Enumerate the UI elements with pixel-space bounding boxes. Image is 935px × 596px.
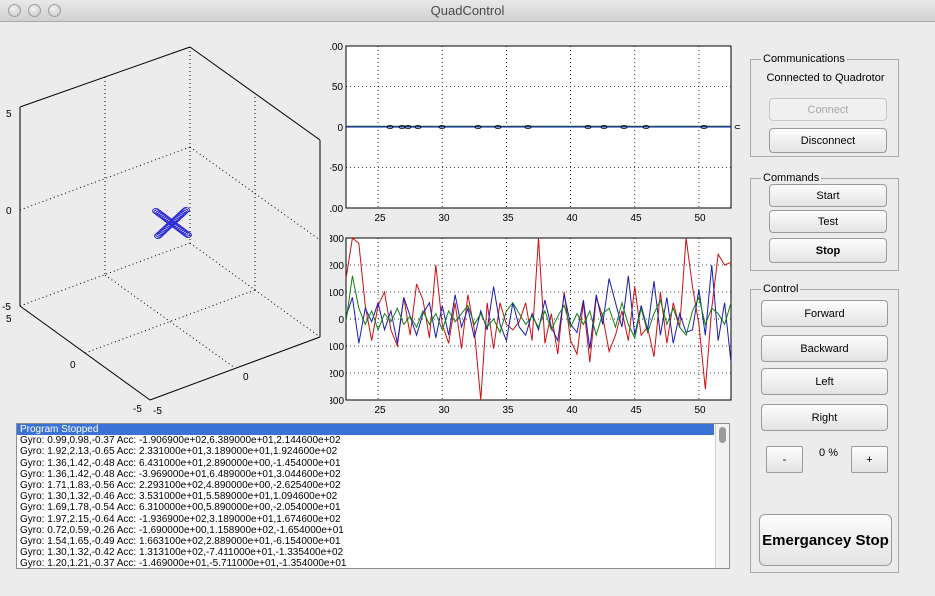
console-line-selected[interactable]: Program Stopped	[17, 424, 714, 436]
console-line[interactable]: Gyro: 1.54,1.65,-0.49 Acc: 1.663100e+02,…	[17, 536, 729, 547]
console-line[interactable]: Gyro: 1.71,1.83,-0.56 Acc: 2.293100e+02,…	[17, 480, 729, 491]
y-tick-label: 0	[70, 360, 76, 371]
left-button[interactable]: Left	[761, 368, 888, 395]
console-line[interactable]: Gyro: 0.72,0.59,-0.26 Acc: -1.690000e+00…	[17, 525, 729, 536]
right-button[interactable]: Right	[761, 404, 888, 431]
y-tick-label: 5	[6, 314, 12, 325]
x-tick-label: 45	[630, 405, 642, 416]
console-line[interactable]: Gyro: 1.36,1.42,-0.48 Acc: -3.969000e+01…	[17, 469, 729, 480]
console-line[interactable]: Gyro: 1.92,2.13,-0.65 Acc: 2.331000e+01,…	[17, 446, 729, 457]
y-tick-label: -50	[330, 163, 343, 174]
x-tick-label: 50	[694, 213, 706, 224]
connection-status: Connected to Quadrotor	[766, 72, 885, 84]
backward-button[interactable]: Backward	[761, 335, 888, 362]
scrollbar-thumb[interactable]	[719, 427, 726, 443]
x-tick-label: 25	[374, 213, 386, 224]
control-panel: Control Forward Backward Left Right - 0 …	[750, 282, 899, 573]
x-tick-label: 45	[630, 213, 642, 224]
y-tick-label: 50	[332, 82, 344, 93]
console-line[interactable]: Gyro: 1.97,2.15,-0.64 Acc: -1.936900e+02…	[17, 514, 729, 525]
control-label: Control	[761, 282, 801, 296]
console-line[interactable]: Gyro: 0.99,0.98,-0.37 Acc: -1.906900e+02…	[17, 435, 729, 446]
disconnect-button[interactable]: Disconnect	[769, 128, 887, 153]
x-tick-label: 40	[566, 405, 578, 416]
x-tick-label: 50	[694, 405, 706, 416]
quadrotor-marker	[152, 207, 192, 239]
commands-panel: Commands Start Test Stop	[750, 171, 899, 271]
y-tick-label: -100	[330, 204, 343, 215]
top-time-plot[interactable]: 100 50 0 -50 -100 25 30 35 40 45 50	[330, 40, 740, 230]
window-title: QuadControl	[430, 3, 505, 18]
x-tick-label: 40	[566, 213, 578, 224]
throttle-percent: 0 %	[819, 447, 838, 459]
y-tick-label: -5	[133, 404, 142, 415]
x-tick-label: 30	[438, 213, 450, 224]
stop-button[interactable]: Stop	[769, 238, 887, 263]
x-tick-label: -5	[153, 406, 162, 417]
bottom-time-plot[interactable]: 300 200 100 0 -100 -200 -300 25 30 35 40…	[330, 232, 740, 417]
console-log[interactable]: Program Stopped Gyro: 0.99,0.98,-0.37 Acc…	[16, 423, 730, 569]
3d-axis-edge	[149, 336, 321, 401]
console-line[interactable]: Gyro: 1.20,1.21,-0.37 Acc: -1.469000e+01…	[17, 558, 729, 568]
x-tick-label: 35	[502, 213, 514, 224]
x-tick-label: 0	[243, 372, 249, 383]
test-button[interactable]: Test	[769, 210, 887, 233]
x-tick-label: 35	[502, 405, 514, 416]
x-tick-label: 30	[438, 405, 450, 416]
y-tick-label: -300	[330, 396, 344, 407]
increase-throttle-button[interactable]: +	[851, 446, 888, 473]
console-line[interactable]: Gyro: 1.30,1.32,-0.42 Acc: 1.313100e+02,…	[17, 547, 729, 558]
3d-grid-line	[19, 242, 191, 307]
attitude-3d-plot[interactable]: 5 0 -5 5 0 -5 0 -5	[0, 30, 340, 420]
3d-grid-line	[19, 146, 191, 211]
z-tick-label: -5	[2, 302, 11, 313]
console-line[interactable]: Gyro: 1.30,1.32,-0.46 Acc: 3.531000e+01,…	[17, 491, 729, 502]
y-tick-label: 300	[330, 234, 344, 245]
console-lines: Program Stopped Gyro: 0.99,0.98,-0.37 Acc…	[17, 424, 729, 568]
y-tick-label: 100	[330, 288, 344, 299]
console-line[interactable]: Gyro: 1.36,1.42,-0.48 Acc: 6.431000e+01,…	[17, 458, 729, 469]
start-button[interactable]: Start	[769, 184, 887, 207]
title-bar: QuadControl	[0, 0, 935, 22]
data-point-marker	[734, 125, 740, 129]
communications-panel: Communications Connected to Quadrotor Co…	[750, 52, 899, 157]
z-tick-label: 0	[6, 206, 12, 217]
3d-grid-line	[84, 289, 256, 354]
y-tick-label: 0	[338, 315, 344, 326]
console-scrollbar[interactable]	[715, 424, 729, 568]
z-tick-label: 5	[6, 109, 12, 120]
x-tick-label: 25	[374, 405, 386, 416]
emergency-stop-button[interactable]: Emergancey Stop	[759, 514, 892, 566]
decrease-throttle-button[interactable]: -	[766, 446, 803, 473]
console-line[interactable]: Gyro: 1.69,1.78,-0.54 Acc: 6.310000e+00,…	[17, 502, 729, 513]
y-tick-label: -200	[330, 369, 344, 380]
3d-grid-line	[104, 274, 236, 369]
forward-button[interactable]: Forward	[761, 300, 888, 327]
communications-label: Communications	[761, 52, 847, 66]
y-tick-label: 100	[330, 42, 343, 53]
commands-label: Commands	[761, 171, 822, 185]
app-window: QuadControl 5 0 -5 5 0 -5 0 -5 00 50 0 5…	[0, 0, 935, 596]
y-tick-label: 0	[337, 123, 343, 134]
y-tick-label: -100	[330, 342, 344, 353]
connect-button[interactable]: Connect	[769, 98, 887, 121]
y-tick-label: 200	[330, 261, 344, 272]
